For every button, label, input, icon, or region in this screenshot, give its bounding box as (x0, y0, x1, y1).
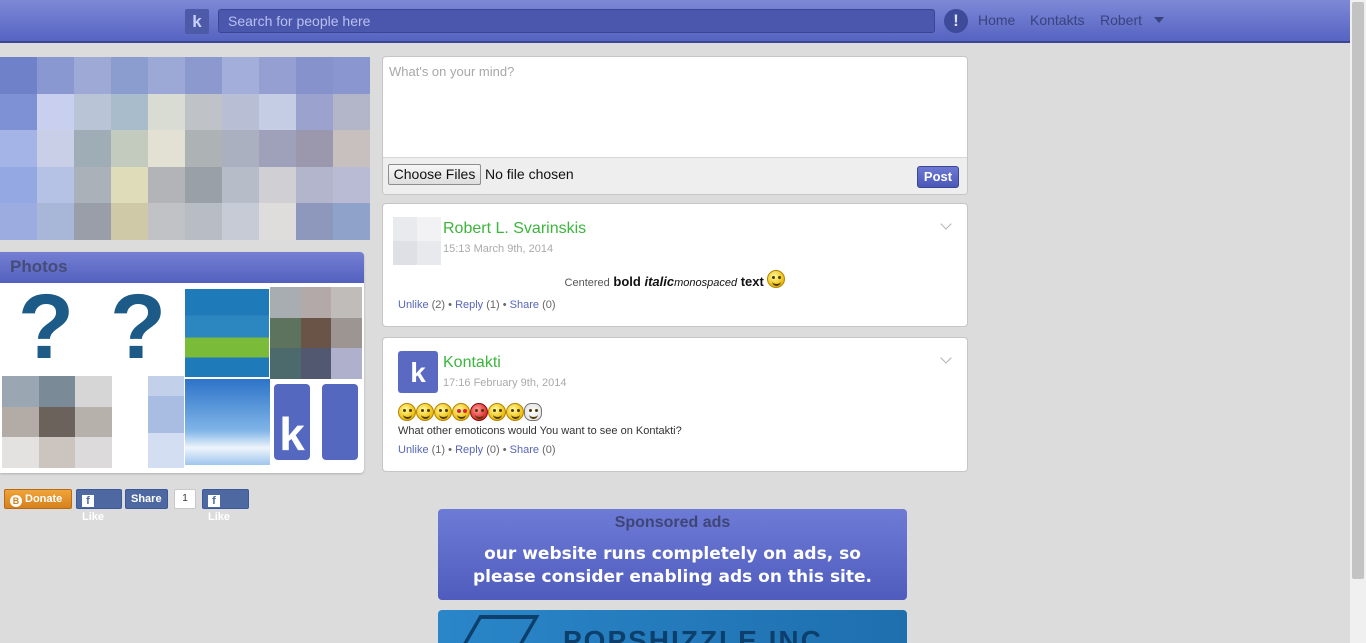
search-input[interactable]: Search for people here (218, 9, 935, 33)
photo-thumbnail[interactable] (185, 379, 270, 465)
unlike-link[interactable]: Unlike (398, 444, 429, 456)
reply-count: (0) (486, 444, 500, 456)
heart-eyes-emoji-icon (452, 403, 470, 421)
reply-count: (1) (486, 299, 500, 311)
wink-emoji-icon (506, 403, 524, 421)
troll-face-icon (524, 403, 542, 421)
ad-banner[interactable]: POPSHIZZLE INC (438, 610, 907, 643)
facebook-like-button[interactable]: f Like (76, 489, 122, 523)
donate-label: Donate (25, 493, 63, 505)
post-text: What other emoticons would You want to s… (398, 425, 682, 437)
share-count-badge: 1 (174, 489, 196, 509)
post-button[interactable]: Post (917, 166, 959, 188)
notification-icon[interactable]: ! (944, 9, 968, 33)
grin-emoji-icon (398, 403, 416, 421)
facebook-like-button-2[interactable]: f Like (202, 489, 249, 523)
unlike-count: (1) (431, 444, 446, 456)
post-actions: Unlike (2) • Reply (1) • Share (0) (398, 299, 556, 311)
post-author[interactable]: Kontakti (443, 354, 501, 372)
photos-panel: Photos ? ? k (0, 252, 364, 473)
body-mono-text: monospaced (674, 277, 738, 289)
nav-user[interactable]: Robert (1100, 12, 1142, 28)
post-body: Centered bold italicmonospaced text (383, 270, 967, 289)
body-text-word: text (740, 274, 764, 289)
chevron-down-icon[interactable] (940, 352, 952, 364)
like-label: Like (82, 511, 105, 523)
chevron-down-icon[interactable] (940, 218, 952, 230)
facebook-share-button[interactable]: Share (125, 489, 168, 509)
photo-thumbnail[interactable] (2, 376, 112, 468)
scrollbar-thumb[interactable] (1352, 2, 1364, 579)
nav-kontakts[interactable]: Kontakts (1030, 12, 1084, 28)
photo-thumbnail[interactable]: ? (0, 281, 92, 375)
unlike-link[interactable]: Unlike (398, 299, 429, 311)
logo[interactable]: k (185, 9, 209, 34)
share-count: (0) (542, 299, 556, 311)
feed-post: k Kontakti 17:16 February 9th, 2014 What… (382, 337, 968, 472)
avatar[interactable] (393, 217, 441, 265)
share-count: (0) (542, 444, 556, 456)
post-author[interactable]: Robert L. Svarinskis (443, 220, 586, 238)
share-link[interactable]: Share (510, 444, 539, 456)
nav-home[interactable]: Home (978, 12, 1015, 28)
ads-message-line2: please consider enabling ads on this sit… (472, 567, 873, 587)
ads-message: our website runs completely on ads, so p… (438, 543, 907, 589)
file-status-text: No file chosen (485, 166, 574, 182)
photo-thumbnail[interactable]: ? (92, 281, 184, 375)
emoticon-row (398, 403, 542, 421)
post-timestamp: 15:13 March 9th, 2014 (443, 243, 554, 255)
photo-thumbnail[interactable] (185, 289, 269, 377)
smile-emoji-icon (416, 403, 434, 421)
angry-emoji-icon (470, 403, 488, 421)
body-italic-text: italic (644, 274, 675, 289)
photo-thumbnail[interactable] (270, 287, 362, 379)
top-bar: k Search for people here ! Home Kontakts… (0, 0, 1350, 43)
ad-banner-text: POPSHIZZLE INC (563, 625, 823, 643)
chevron-down-icon[interactable] (1154, 17, 1164, 23)
photo-thumbnail[interactable]: k (272, 384, 360, 462)
post-actions: Unlike (1) • Reply (0) • Share (0) (398, 444, 556, 456)
sad-emoji-icon (488, 403, 506, 421)
post-composer: What's on your mind? Choose Files No fil… (382, 56, 968, 195)
sponsored-ads-panel: Sponsored ads our website runs completel… (438, 509, 907, 600)
share-link[interactable]: Share (510, 299, 539, 311)
choose-files-button[interactable]: Choose Files (388, 164, 481, 185)
facebook-icon: f (82, 495, 94, 507)
profile-cover-image (0, 57, 370, 240)
post-timestamp: 17:16 February 9th, 2014 (443, 377, 567, 389)
status-textarea[interactable]: What's on your mind? (383, 57, 967, 157)
unlike-count: (2) (431, 299, 446, 311)
like-label: Like (208, 511, 231, 523)
body-bold-text: bold (613, 274, 641, 289)
ads-message-line1: our website runs completely on ads, so (484, 544, 861, 564)
photo-thumbnail[interactable] (148, 376, 184, 468)
reply-link[interactable]: Reply (455, 299, 483, 311)
happy-emoji-icon (434, 403, 452, 421)
feed-post: Robert L. Svarinskis 15:13 March 9th, 20… (382, 203, 968, 327)
ad-logo-shape (456, 615, 540, 643)
k-logo-image: k (274, 384, 310, 460)
body-centered-text: Centered (564, 277, 610, 289)
composer-toolbar: Choose Files No file chosen Post (383, 157, 967, 194)
avatar[interactable]: k (398, 351, 438, 393)
sponsored-title: Sponsored ads (614, 514, 731, 531)
bitcoin-icon: B (10, 495, 22, 507)
facebook-icon: f (208, 495, 220, 507)
smile-emoji-icon (767, 270, 786, 288)
donate-button[interactable]: B Donate (4, 489, 72, 509)
reply-link[interactable]: Reply (455, 444, 483, 456)
